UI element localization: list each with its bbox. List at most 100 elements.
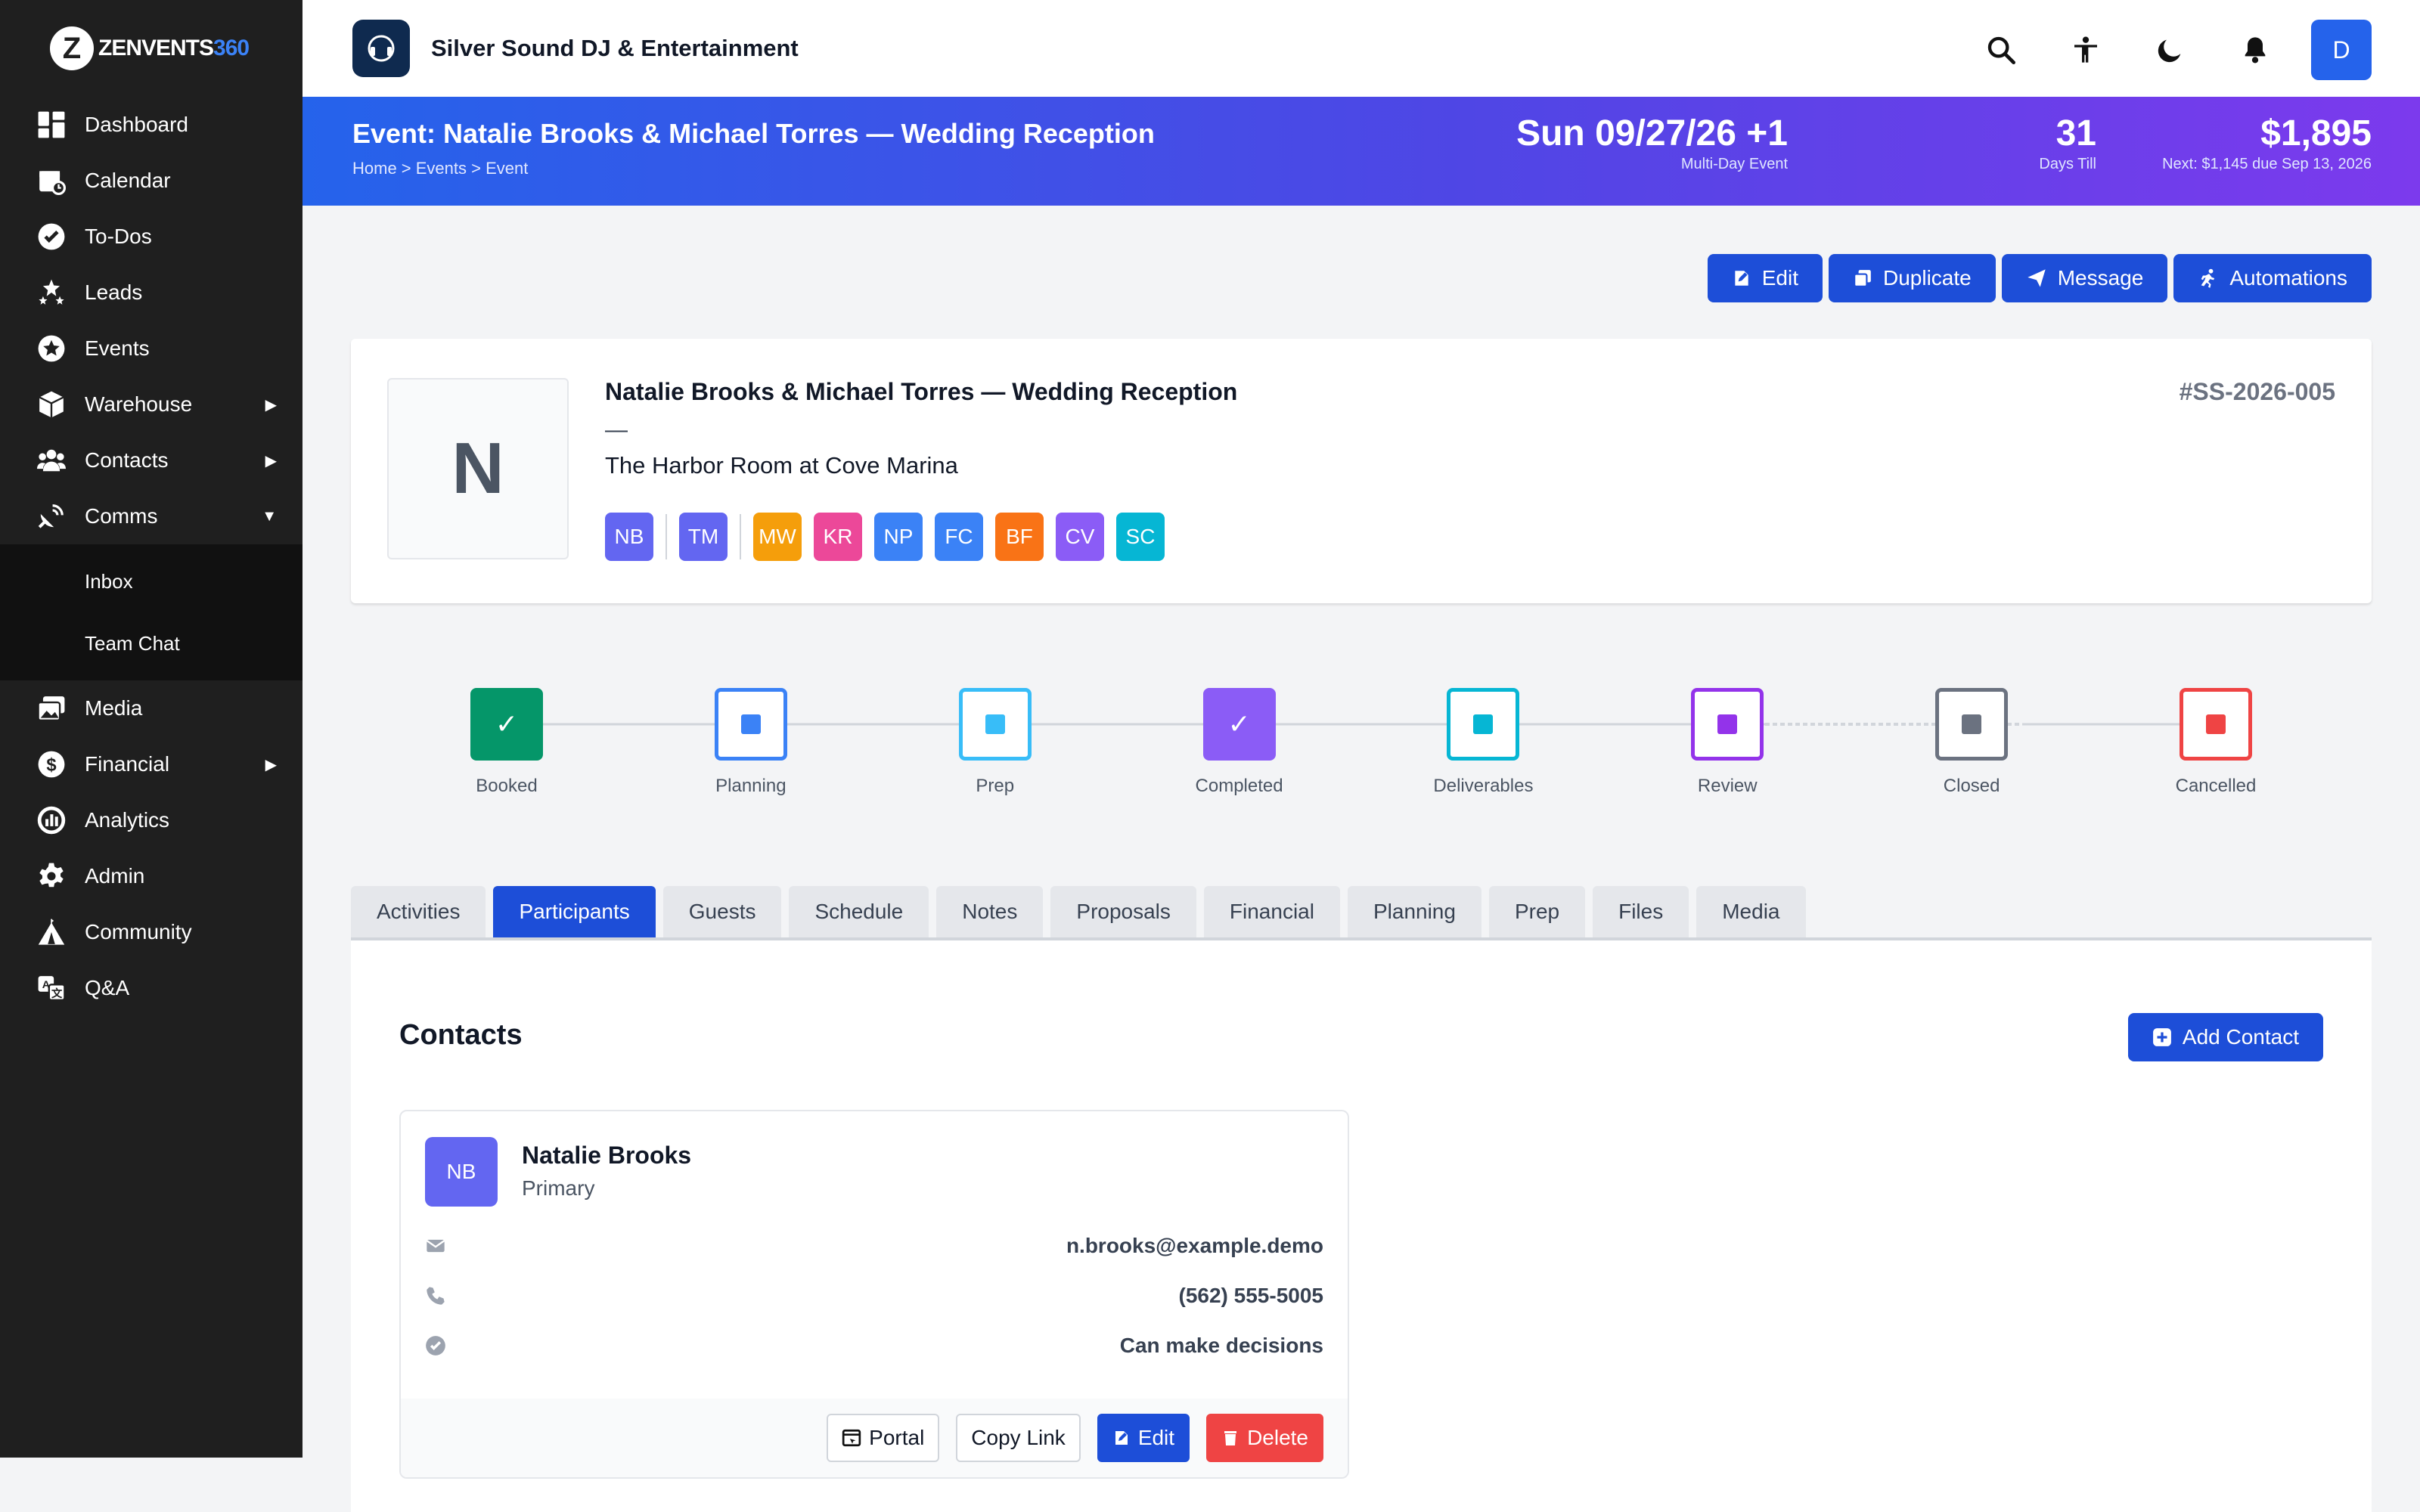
participant-badge[interactable]: BF	[995, 513, 1044, 561]
event-id: #SS-2026-005	[2179, 378, 2335, 405]
duplicate-event-button[interactable]: Duplicate	[1829, 254, 1996, 302]
tab-financial[interactable]: Financial	[1203, 886, 1340, 937]
stage-closed[interactable]: Closed	[1896, 688, 2047, 797]
days-till-stat: 31 Days Till	[2039, 112, 2096, 173]
contacts-heading: Contacts	[399, 1019, 523, 1051]
edit-icon	[1115, 1431, 1128, 1445]
stage-prep[interactable]: Prep	[920, 688, 1071, 797]
stage-completed[interactable]: ✓ Completed	[1164, 688, 1315, 797]
caret-right-icon: ▶	[265, 756, 277, 773]
dashboard-icon	[36, 110, 67, 140]
sidebar-item-label: To-Dos	[85, 225, 152, 248]
balance-stat: $1,895 Next: $1,145 due Sep 13, 2026	[2162, 112, 2372, 173]
participant-badge[interactable]: TM	[679, 513, 728, 561]
participant-badge[interactable]: CV	[1056, 513, 1104, 561]
event-date-stat: Sun 09/27/26 +1 Multi-Day Event	[1516, 112, 1788, 173]
event-tabs: Activities Participants Guests Schedule Note…	[351, 886, 2372, 940]
sidebar-item-financial[interactable]: $ Financial ▶	[0, 736, 302, 792]
participant-badge[interactable]: FC	[935, 513, 983, 561]
stage-planning[interactable]: Planning	[675, 688, 827, 797]
tab-prep[interactable]: Prep	[1488, 886, 1586, 937]
participant-badge[interactable]: SC	[1116, 513, 1165, 561]
event-venue[interactable]: The Harbor Room at Cove Marina	[605, 452, 958, 479]
tab-files[interactable]: Files	[1593, 886, 1689, 937]
days-till-value: 31	[2055, 113, 2096, 153]
tab-proposals[interactable]: Proposals	[1050, 886, 1196, 937]
sidebar-subitem-team-chat[interactable]: Team Chat	[0, 612, 302, 674]
sidebar-item-comms[interactable]: Comms ▼	[0, 488, 302, 544]
sidebar-item-calendar[interactable]: Calendar	[0, 153, 302, 209]
sidebar-item-contacts[interactable]: Contacts ▶	[0, 432, 302, 488]
gear-icon	[36, 861, 67, 891]
brand-suffix: 360	[213, 36, 250, 60]
sidebar-item-events[interactable]: Events	[0, 321, 302, 376]
stage-deliverables[interactable]: Deliverables	[1407, 688, 1559, 797]
breadcrumb[interactable]: Home > Events > Event	[352, 159, 528, 178]
participant-badge[interactable]: NP	[874, 513, 923, 561]
stage-label: Prep	[976, 776, 1015, 796]
badge-divider	[666, 514, 667, 559]
message-button[interactable]: Message	[2001, 254, 2168, 302]
tab-participants[interactable]: Participants	[493, 886, 656, 937]
edit-event-button[interactable]: Edit	[1707, 254, 1823, 302]
tab-guests[interactable]: Guests	[662, 886, 782, 937]
stage-cancelled[interactable]: Cancelled	[2140, 688, 2291, 797]
person-lift-icon[interactable]	[2057, 21, 2114, 79]
sidebar-item-community[interactable]: Community	[0, 904, 302, 960]
tab-media[interactable]: Media	[1696, 886, 1806, 937]
contact-card-actions: Portal Copy Link Edit Delete	[401, 1399, 1348, 1477]
sidebar-item-media[interactable]: Media	[0, 680, 302, 736]
delete-contact-button[interactable]: Delete	[1206, 1414, 1323, 1462]
sidebar-item-leads[interactable]: Leads	[0, 265, 302, 321]
portal-icon	[842, 1429, 861, 1447]
stage-booked[interactable]: ✓ Booked	[431, 688, 582, 797]
stage-label: Cancelled	[2175, 776, 2257, 796]
plus-square-icon	[2152, 1028, 2171, 1046]
brand-logo[interactable]: Z ZENVENTS360	[0, 0, 302, 97]
sidebar-item-analytics[interactable]: Analytics	[0, 792, 302, 848]
user-avatar[interactable]: D	[2311, 20, 2372, 80]
brand-prefix: ZENVENTS	[98, 36, 214, 60]
sidebar-subitem-inbox[interactable]: Inbox	[0, 550, 302, 612]
automations-button[interactable]: Automations	[2173, 254, 2372, 302]
moon-icon[interactable]	[2142, 21, 2199, 79]
caret-right-icon: ▶	[265, 396, 277, 414]
portal-button[interactable]: Portal	[827, 1414, 940, 1462]
search-icon[interactable]	[1972, 21, 2030, 79]
stage-review[interactable]: Review	[1652, 688, 1803, 797]
participant-badge[interactable]: KR	[814, 513, 862, 561]
participant-badge[interactable]: NB	[605, 513, 653, 561]
event-stage-tracker: ✓ Booked Planning Prep ✓ Completed Deliverable…	[351, 665, 2372, 816]
running-icon	[2201, 268, 2215, 288]
participant-badge[interactable]: MW	[753, 513, 802, 561]
stage-dot	[1473, 714, 1494, 734]
copy-link-button[interactable]: Copy Link	[956, 1414, 1081, 1462]
event-subtitle: —	[605, 417, 628, 442]
stage-label: Planning	[715, 776, 786, 796]
sidebar-item-admin[interactable]: Admin	[0, 848, 302, 904]
tab-notes[interactable]: Notes	[936, 886, 1044, 937]
contact-phone[interactable]: (562) 555-5005	[1179, 1284, 1323, 1308]
contact-role: Primary	[522, 1176, 595, 1200]
tab-activities[interactable]: Activities	[351, 886, 486, 937]
tent-icon	[36, 917, 67, 947]
contact-email[interactable]: n.brooks@example.demo	[1066, 1234, 1323, 1258]
svg-text:文: 文	[51, 987, 63, 1000]
tab-planning[interactable]: Planning	[1347, 886, 1481, 937]
sidebar-item-warehouse[interactable]: Warehouse ▶	[0, 376, 302, 432]
stage-check-icon: ✓	[470, 688, 543, 761]
sidebar-item-q-a[interactable]: A 文 Q&A	[0, 960, 302, 1016]
add-contact-button[interactable]: Add Contact	[2127, 1013, 2323, 1061]
edit-contact-button[interactable]: Edit	[1097, 1414, 1190, 1462]
sidebar-item-label: Contacts	[85, 448, 169, 472]
tab-schedule[interactable]: Schedule	[789, 886, 929, 937]
participant-badges: NB TM MW KR NP FC BF CV SC	[605, 513, 1165, 561]
contact-name[interactable]: Natalie Brooks	[522, 1142, 691, 1170]
copy-icon	[1854, 270, 1871, 287]
sidebar-item-dashboard[interactable]: Dashboard	[0, 97, 302, 153]
business-logo[interactable]	[352, 20, 410, 77]
photos-icon	[36, 693, 67, 723]
sidebar-item-to-dos[interactable]: To-Dos	[0, 209, 302, 265]
stage-status-box	[2180, 688, 2252, 761]
bell-icon[interactable]	[2226, 21, 2284, 79]
